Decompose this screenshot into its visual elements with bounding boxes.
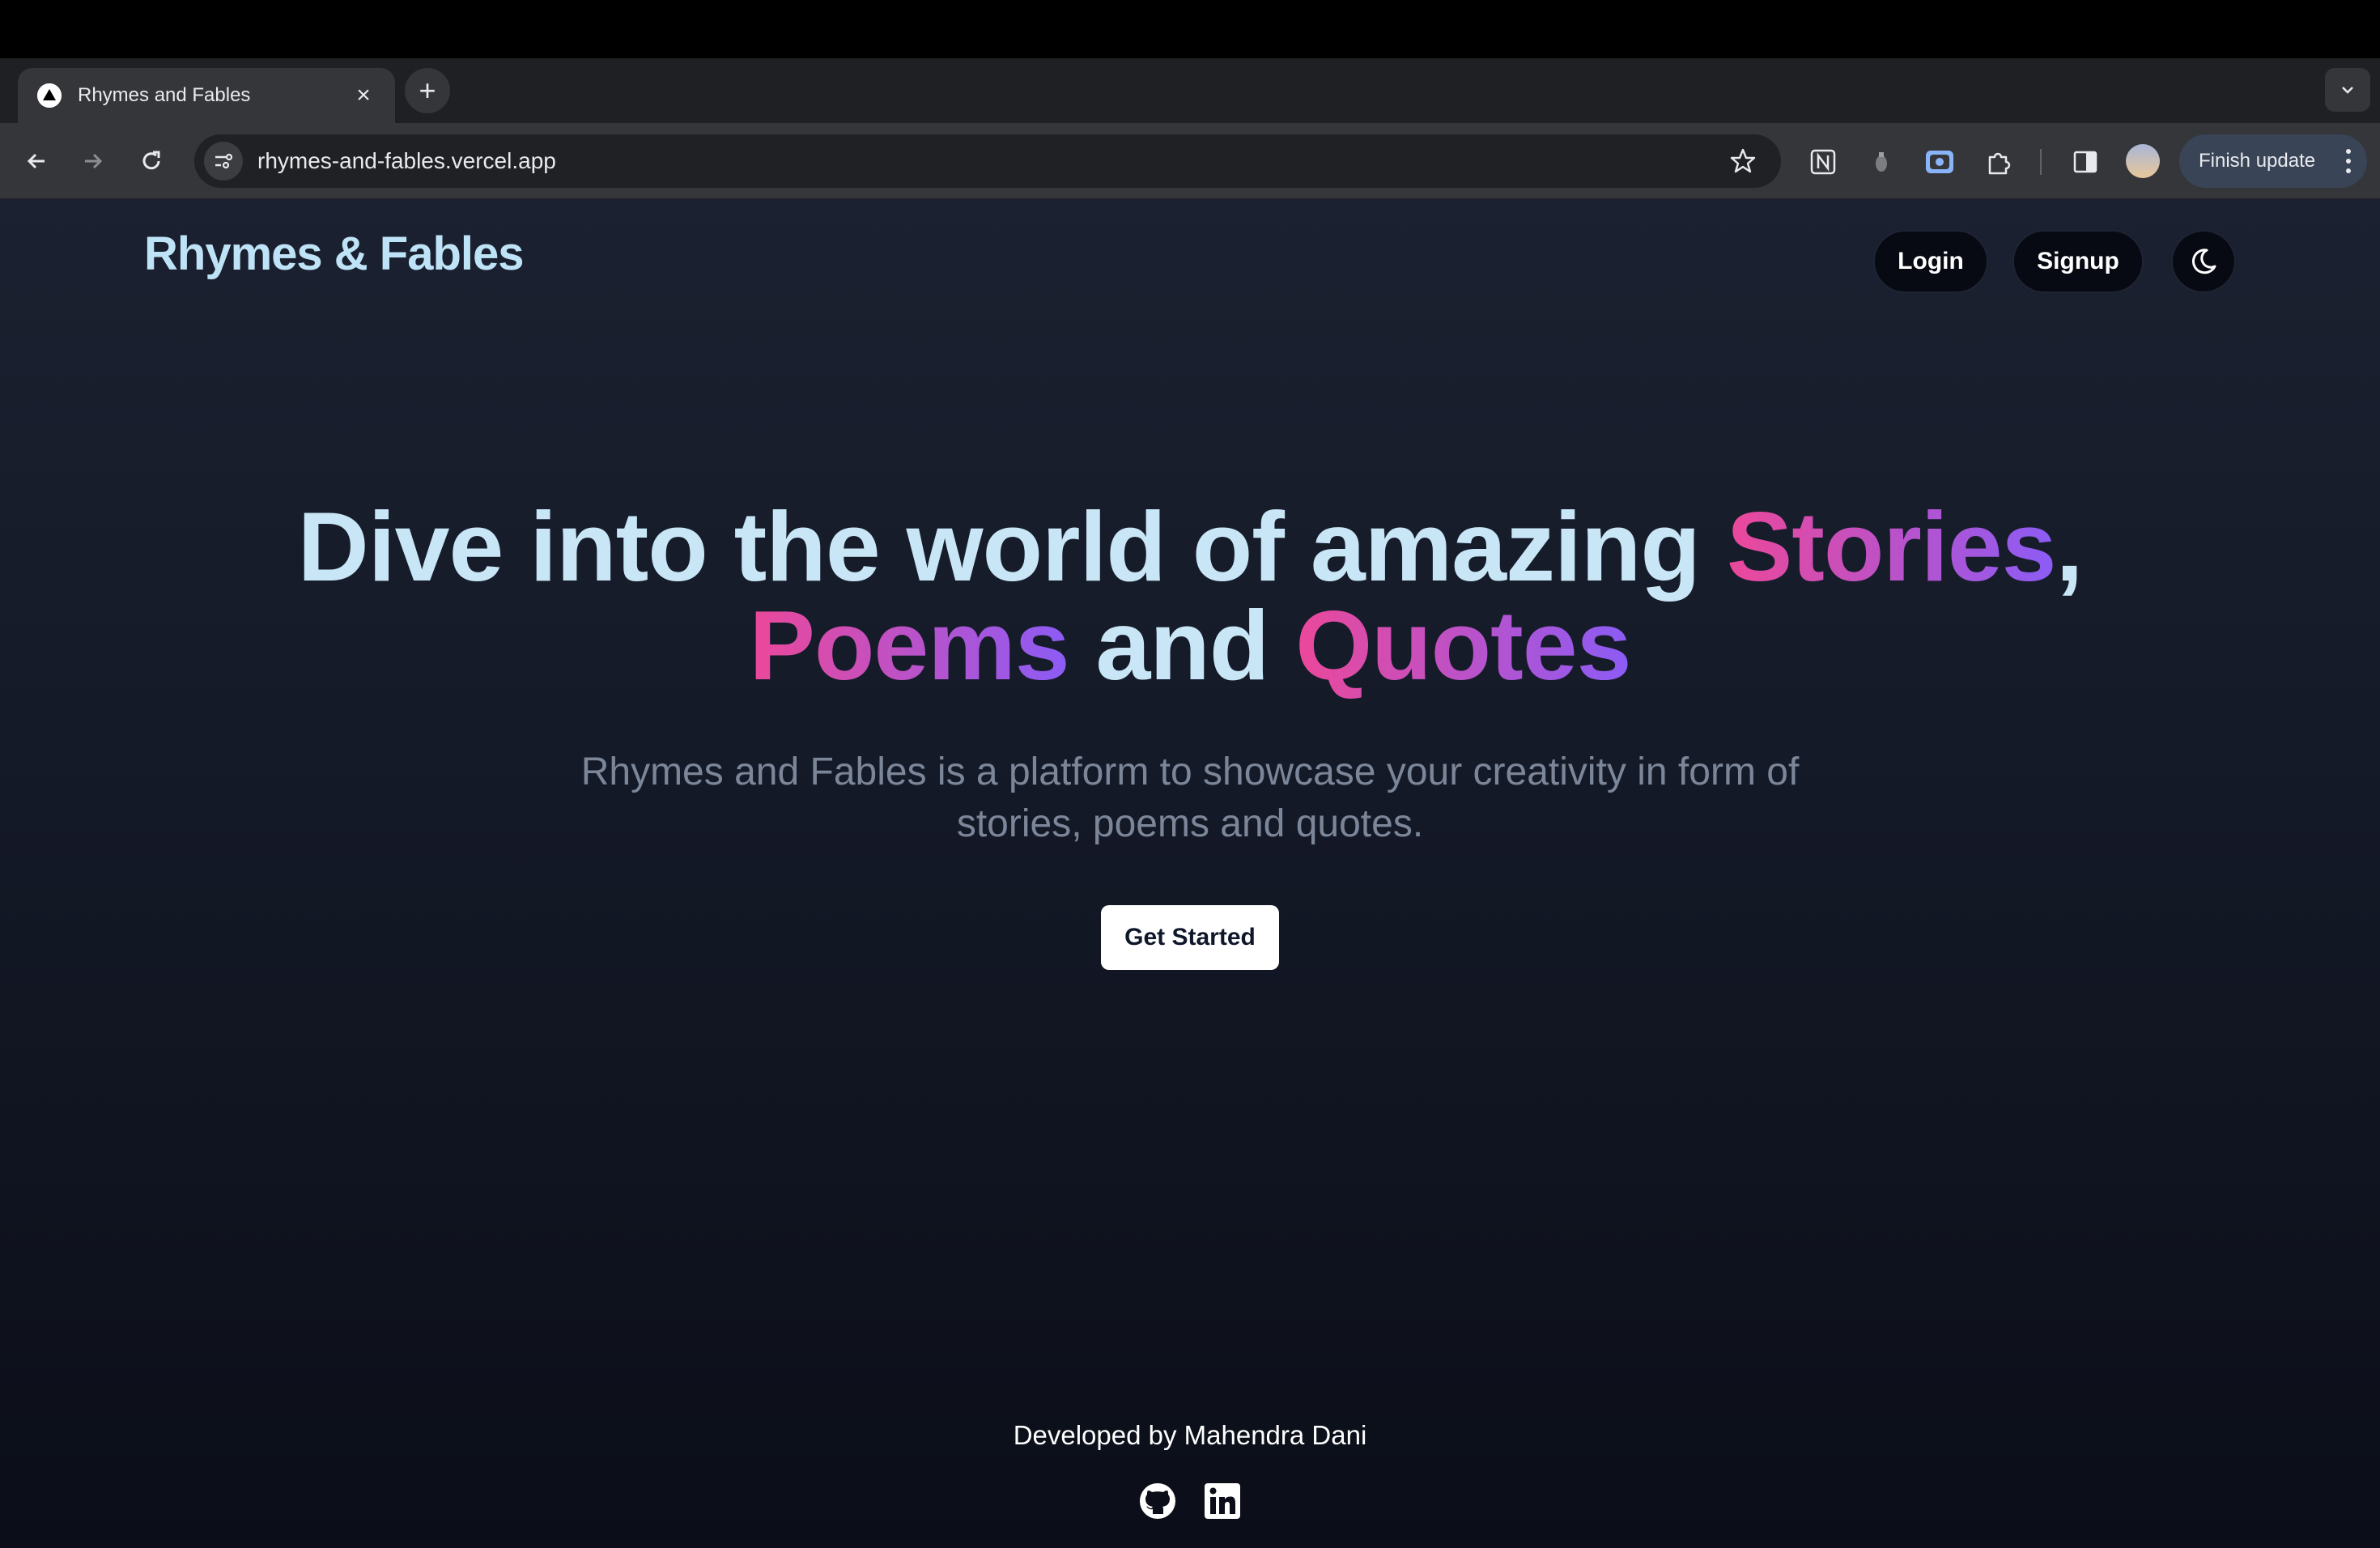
forward-button[interactable] — [73, 141, 113, 181]
theme-toggle-button[interactable] — [2171, 230, 2236, 293]
hero-and: and — [1069, 590, 1296, 700]
profile-avatar[interactable] — [2126, 144, 2160, 178]
more-vert-icon — [2346, 149, 2351, 173]
address-bar[interactable]: rhymes-and-fables.vercel.app — [194, 134, 1781, 188]
tab-active[interactable]: Rhymes and Fables × — [18, 68, 395, 123]
notion-extension-icon[interactable] — [1805, 144, 1841, 180]
extension-bulb-icon[interactable] — [1864, 144, 1899, 180]
linkedin-icon[interactable] — [1203, 1482, 1242, 1520]
hero-headline: Dive into the world of amazing Stories, … — [0, 497, 2380, 695]
url-text: rhymes-and-fables.vercel.app — [257, 148, 556, 173]
hero-subtitle: Rhymes and Fables is a platform to showc… — [580, 751, 1800, 845]
extensions-puzzle-icon[interactable] — [1982, 144, 2017, 180]
hero-line-2: Poems and Quotes — [0, 596, 2380, 695]
back-button[interactable] — [16, 141, 57, 181]
tab-close-icon[interactable]: × — [351, 82, 376, 109]
login-button[interactable]: Login — [1873, 230, 1988, 293]
site-settings-icon[interactable] — [204, 142, 243, 181]
vercel-favicon-icon — [37, 83, 62, 108]
hero-line-1: Dive into the world of amazing Stories, — [0, 497, 2380, 596]
page-content: Rhymes & Fables Login Signup Dive into t… — [0, 199, 2380, 1548]
reload-icon — [142, 151, 160, 170]
browser-toolbar: rhymes-and-fables.vercel.app Finish upda… — [0, 123, 2380, 199]
finish-update-label: Finish update — [2199, 150, 2316, 172]
side-panel-icon[interactable] — [2068, 144, 2103, 180]
hero-word-stories: Stories — [1726, 491, 2057, 602]
hero-word-poems: Poems — [749, 590, 1069, 700]
signup-button[interactable]: Signup — [2012, 230, 2144, 293]
bookmark-star-icon[interactable] — [1723, 141, 1763, 181]
moon-icon — [2191, 249, 2216, 274]
arrow-left-icon — [27, 153, 45, 169]
chevron-down-icon — [2342, 87, 2353, 94]
finish-update-button[interactable]: Finish update — [2179, 134, 2367, 188]
brand-logo[interactable]: Rhymes & Fables — [144, 227, 525, 281]
screen-record-extension-icon[interactable] — [1922, 144, 1957, 180]
arrow-right-icon — [85, 153, 103, 169]
screen-top-bar — [0, 0, 2380, 58]
github-icon[interactable] — [1138, 1482, 1177, 1520]
hero-line1-text: Dive into the world of amazing — [297, 491, 1727, 602]
new-tab-button[interactable]: + — [405, 68, 450, 113]
tab-strip: Rhymes and Fables × — [0, 58, 2380, 123]
toolbar-divider — [2040, 149, 2042, 175]
reload-button[interactable] — [131, 141, 172, 181]
footer-credit: Developed by Mahendra Dani — [1013, 1420, 1367, 1450]
tab-title: Rhymes and Fables — [78, 84, 251, 106]
tab-search-button[interactable] — [2325, 68, 2370, 112]
hero-word-quotes: Quotes — [1295, 590, 1631, 700]
get-started-button[interactable]: Get Started — [1101, 905, 1279, 970]
hero-comma: , — [2055, 491, 2083, 602]
